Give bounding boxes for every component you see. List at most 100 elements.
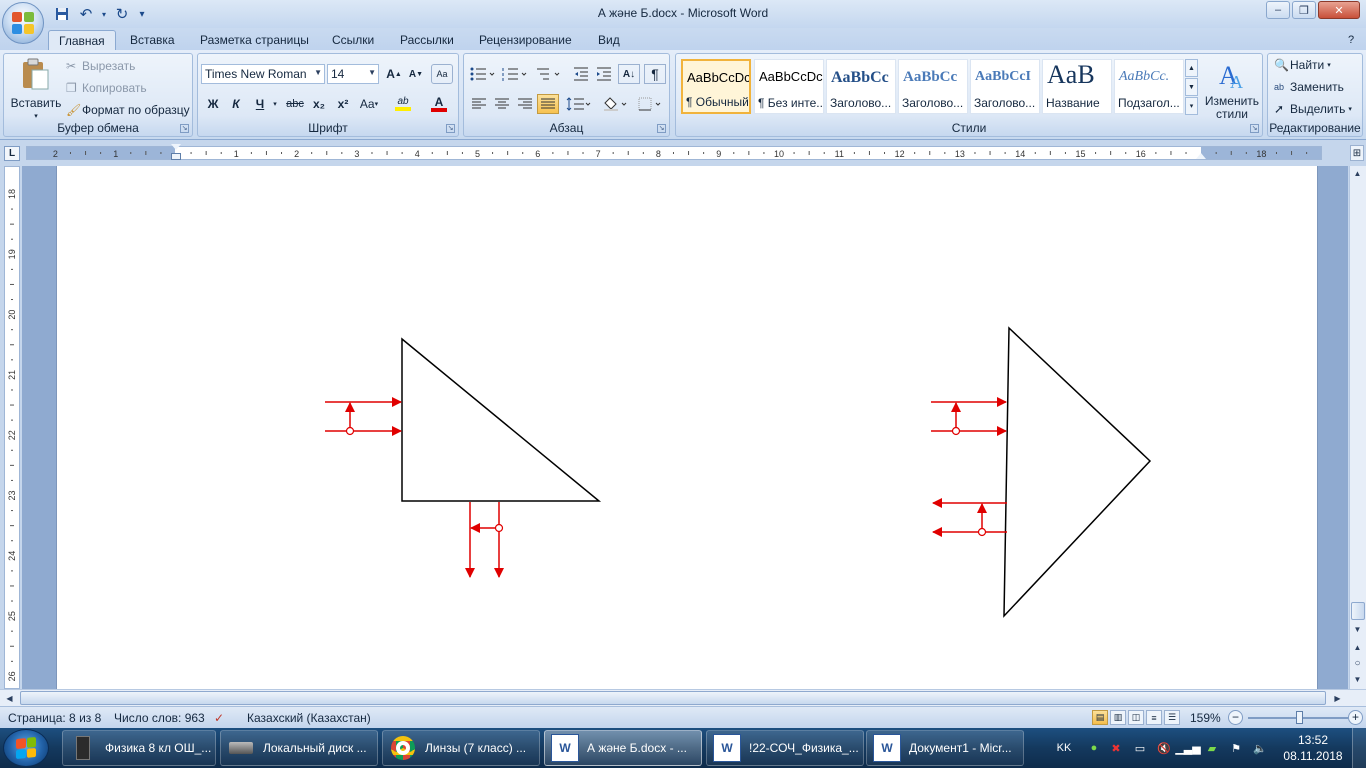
style-heading-3[interactable]: AaBbCcI Заголово... <box>970 59 1040 114</box>
scroll-down-icon[interactable]: ▼ <box>1350 622 1365 636</box>
align-right-button[interactable] <box>514 94 536 114</box>
paste-dropdown-icon[interactable]: ▾ <box>34 112 38 120</box>
replace-button[interactable]: ab Заменить <box>1274 80 1344 94</box>
justify-button[interactable] <box>537 94 559 114</box>
strikethrough-button[interactable]: abc <box>284 94 306 114</box>
font-name-combo[interactable]: Times New Roman ▼ <box>201 64 325 84</box>
zoom-in-icon[interactable]: + <box>1348 710 1363 725</box>
tab-mailings[interactable]: Рассылки <box>390 30 464 50</box>
zoom-out-icon[interactable]: − <box>1228 710 1243 725</box>
multilevel-list-button[interactable] <box>534 64 564 84</box>
tab-review[interactable]: Рецензирование <box>469 30 582 50</box>
styles-more-icon[interactable]: ▾ <box>1185 97 1198 115</box>
clipboard-launcher-icon[interactable]: ↘ <box>180 124 189 133</box>
outline-view-icon[interactable]: ≡ <box>1146 710 1162 725</box>
highlight-button[interactable]: ab <box>388 94 418 114</box>
full-screen-reading-icon[interactable]: ▥ <box>1110 710 1126 725</box>
grow-font-button[interactable]: A ▲ <box>384 64 404 84</box>
network-error-icon[interactable]: ✖ <box>1108 740 1124 756</box>
torrent-icon[interactable]: ● <box>1086 740 1102 756</box>
minimize-button[interactable]: – <box>1266 1 1290 19</box>
paragraph-launcher-icon[interactable]: ↘ <box>657 124 666 133</box>
shading-button[interactable] <box>600 94 632 114</box>
action-center-icon[interactable]: ⚑ <box>1228 740 1244 756</box>
volume-icon[interactable]: 🔈 <box>1252 740 1268 756</box>
font-launcher-icon[interactable]: ↘ <box>446 124 455 133</box>
underline-button[interactable]: Ч <box>249 94 271 114</box>
styles-scroll-up-icon[interactable]: ▲ <box>1185 59 1198 77</box>
taskbar-item-physics-book[interactable]: Физика 8 кл ОШ_... <box>62 730 216 766</box>
line-spacing-button[interactable] <box>564 94 594 114</box>
horizontal-scroll-thumb[interactable] <box>20 691 1326 705</box>
help-icon[interactable]: ? <box>1344 30 1358 50</box>
style-heading-1[interactable]: AaBbCc Заголово... <box>826 59 896 114</box>
find-button[interactable]: 🔍 Найти ▾ <box>1274 58 1331 72</box>
spelling-check-icon[interactable]: ✓ <box>214 711 224 725</box>
font-color-button[interactable]: A <box>424 94 454 114</box>
close-button[interactable]: ✕ <box>1318 1 1360 19</box>
taskbar-item-word-document1[interactable]: W Документ1 - Micr... <box>866 730 1024 766</box>
select-button[interactable]: ➚ Выделить ▾ <box>1274 102 1352 116</box>
bullets-button[interactable] <box>468 64 498 84</box>
increase-indent-button[interactable] <box>593 64 615 84</box>
tab-view[interactable]: Вид <box>588 30 630 50</box>
align-left-button[interactable] <box>468 94 490 114</box>
document-page[interactable] <box>56 166 1318 689</box>
format-painter-button[interactable]: 🖌 Формат по образцу <box>66 103 190 117</box>
vertical-ruler[interactable]: 18 19 20 21 22 23 24 25 26 <box>4 166 20 689</box>
underline-dropdown-icon[interactable]: ▾ <box>271 94 279 114</box>
styles-launcher-icon[interactable]: ↘ <box>1250 124 1259 133</box>
right-indent-marker[interactable] <box>1196 153 1206 159</box>
language-indicator[interactable]: Казахский (Казахстан) <box>247 711 371 725</box>
scroll-up-icon[interactable]: ▲ <box>1350 166 1365 180</box>
change-styles-button[interactable]: AA Изменить стили <box>1202 58 1262 121</box>
left-indent-marker[interactable] <box>171 153 181 160</box>
maximize-button[interactable]: ❐ <box>1292 1 1316 19</box>
speaker-icon[interactable]: 🔇 <box>1156 740 1172 756</box>
subscript-button[interactable]: x₂ <box>308 94 330 114</box>
tab-selector[interactable]: L <box>4 146 20 161</box>
clock[interactable]: 13:52 08.11.2018 <box>1282 732 1344 764</box>
previous-page-icon[interactable]: ▲ <box>1350 640 1365 654</box>
vertical-scroll-thumb[interactable] <box>1351 602 1365 620</box>
tab-references[interactable]: Ссылки <box>322 30 384 50</box>
taskbar-item-word-active[interactable]: W А және Б.docx - ... <box>544 730 702 766</box>
next-page-icon[interactable]: ▼ <box>1350 672 1365 686</box>
align-center-button[interactable] <box>491 94 513 114</box>
style-no-spacing[interactable]: AaBbCcDc ¶ Без инте... <box>754 59 824 114</box>
sort-button[interactable]: A↓ <box>618 64 640 84</box>
cut-button[interactable]: ✂ Вырезать <box>66 59 135 73</box>
tab-insert[interactable]: Вставка <box>120 30 185 50</box>
draft-view-icon[interactable]: ☰ <box>1164 710 1180 725</box>
start-button[interactable] <box>3 729 49 767</box>
scroll-right-icon[interactable]: ▶ <box>1330 691 1345 705</box>
print-layout-view-icon[interactable]: ▤ <box>1092 710 1108 725</box>
decrease-indent-button[interactable] <box>570 64 592 84</box>
web-layout-icon[interactable]: ◫ <box>1128 710 1144 725</box>
display-icon[interactable]: ▭ <box>1132 740 1148 756</box>
paste-button[interactable]: Вставить ▾ <box>8 56 64 120</box>
style-heading-2[interactable]: AaBbCc Заголово... <box>898 59 968 114</box>
first-line-indent-marker[interactable] <box>171 144 181 150</box>
styles-scroll-down-icon[interactable]: ▼ <box>1185 78 1198 96</box>
style-normal[interactable]: AaBbCcDc ¶ Обычный <box>681 59 751 114</box>
shrink-font-button[interactable]: A ▼ <box>406 64 426 84</box>
view-ruler-icon[interactable]: ⊞ <box>1350 145 1364 161</box>
taskbar-item-chrome[interactable]: Линзы (7 класс) ... <box>382 730 540 766</box>
show-marks-button[interactable]: ¶ <box>644 64 666 84</box>
safely-remove-icon[interactable]: ▰ <box>1204 740 1220 756</box>
scroll-left-icon[interactable]: ◀ <box>2 691 17 705</box>
taskbar-item-local-disk[interactable]: Локальный диск ... <box>220 730 378 766</box>
horizontal-scrollbar[interactable]: ◀ ▶ <box>0 689 1366 706</box>
horizontal-ruler[interactable]: 2 1 1 2 3 4 5 6 7 8 9 10 11 12 13 14 15 16 18 <box>26 144 1322 160</box>
clear-formatting-button[interactable]: Aa <box>431 64 453 84</box>
font-size-combo[interactable]: 14 ▼ <box>327 64 379 84</box>
numbering-button[interactable] <box>500 64 530 84</box>
borders-button[interactable] <box>636 94 666 114</box>
change-case-button[interactable]: Aa ▾ <box>356 94 382 114</box>
zoom-slider-thumb[interactable] <box>1296 711 1303 724</box>
isosceles-triangle-prism[interactable] <box>1003 326 1152 618</box>
copy-button[interactable]: ❐ Копировать <box>66 81 147 95</box>
superscript-button[interactable]: x² <box>332 94 354 114</box>
italic-button[interactable]: К <box>225 94 247 114</box>
